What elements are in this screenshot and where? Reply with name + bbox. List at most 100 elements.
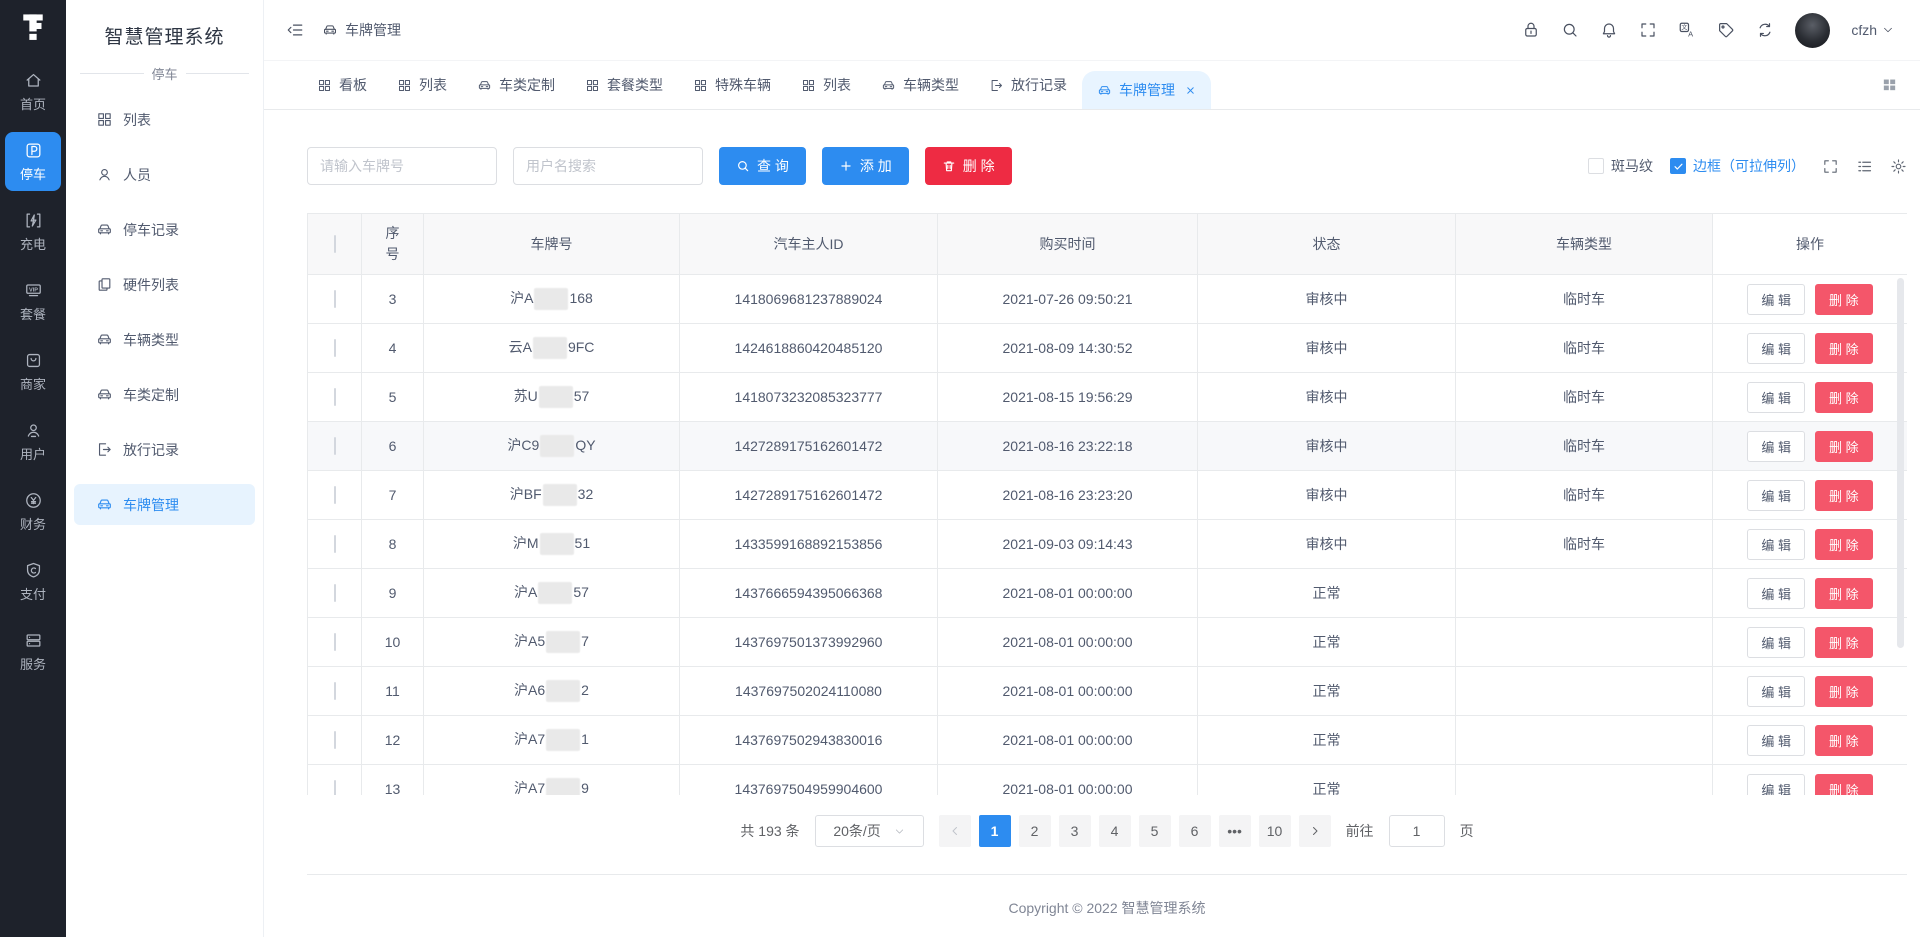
delete-row-button[interactable]: 删 除 xyxy=(1815,774,1873,796)
delete-row-button[interactable]: 删 除 xyxy=(1815,284,1873,315)
edit-row-button[interactable]: 编 辑 xyxy=(1747,431,1805,462)
prev-page-button[interactable] xyxy=(939,815,971,847)
row-checkbox[interactable] xyxy=(334,339,336,357)
redaction-block xyxy=(540,533,574,555)
row-checkbox[interactable] xyxy=(334,388,336,406)
close-tab-icon[interactable] xyxy=(1185,85,1196,96)
page-button-10[interactable]: 10 xyxy=(1259,815,1291,847)
edit-row-button[interactable]: 编 辑 xyxy=(1747,627,1805,658)
row-checkbox[interactable] xyxy=(334,731,336,749)
delete-row-button[interactable]: 删 除 xyxy=(1815,480,1873,511)
page-button-6[interactable]: 6 xyxy=(1179,815,1211,847)
row-checkbox[interactable] xyxy=(334,584,336,602)
sidebar-item-4[interactable]: 车辆类型 xyxy=(74,319,255,360)
edit-row-button[interactable]: 编 辑 xyxy=(1747,676,1805,707)
fullscreen-icon[interactable] xyxy=(1639,21,1657,39)
username-search-input[interactable] xyxy=(513,147,703,185)
delete-row-button[interactable]: 删 除 xyxy=(1815,578,1873,609)
row-checkbox[interactable] xyxy=(334,290,336,308)
page-button-5[interactable]: 5 xyxy=(1139,815,1171,847)
rail-item-8[interactable]: 服务 xyxy=(5,622,61,681)
delete-row-button[interactable]: 删 除 xyxy=(1815,431,1873,462)
border-checkbox[interactable] xyxy=(1670,158,1686,174)
rail-item-1[interactable]: 停车 xyxy=(5,132,61,191)
row-checkbox[interactable] xyxy=(334,486,336,504)
rail-item-0[interactable]: 首页 xyxy=(5,62,61,121)
zebra-checkbox-group[interactable]: 斑马纹 xyxy=(1588,156,1653,176)
translate-icon[interactable]: 文A xyxy=(1678,21,1696,39)
sidebar-item-6[interactable]: 放行记录 xyxy=(74,429,255,470)
page-button-1[interactable]: 1 xyxy=(979,815,1011,847)
sidebar-item-3[interactable]: 硬件列表 xyxy=(74,264,255,305)
plate-search-input[interactable] xyxy=(307,147,497,185)
next-page-button[interactable] xyxy=(1299,815,1331,847)
edit-row-button[interactable]: 编 辑 xyxy=(1747,382,1805,413)
table-fullscreen-icon[interactable] xyxy=(1822,158,1839,175)
lock-icon[interactable] xyxy=(1522,21,1540,39)
tab-2[interactable]: 车类定制 xyxy=(462,61,570,109)
row-checkbox[interactable] xyxy=(334,780,336,795)
page-size-select[interactable]: 20条/页 xyxy=(815,815,924,847)
tab-4[interactable]: 特殊车辆 xyxy=(678,61,786,109)
car-icon xyxy=(96,221,113,238)
page-button-3[interactable]: 3 xyxy=(1059,815,1091,847)
edit-row-button[interactable]: 编 辑 xyxy=(1747,578,1805,609)
vehicle-type-cell xyxy=(1456,618,1713,667)
select-all-checkbox[interactable] xyxy=(334,235,336,253)
rail-item-5[interactable]: 用户 xyxy=(5,412,61,471)
delete-row-button[interactable]: 删 除 xyxy=(1815,382,1873,413)
page-button-4[interactable]: 4 xyxy=(1099,815,1131,847)
row-checkbox[interactable] xyxy=(334,535,336,553)
border-checkbox-group[interactable]: 边框（可拉伸列） xyxy=(1670,156,1805,176)
edit-row-button[interactable]: 编 辑 xyxy=(1747,725,1805,756)
query-button[interactable]: 查 询 xyxy=(719,147,806,185)
user-menu[interactable]: cfzh xyxy=(1851,22,1894,38)
sidebar-item-1[interactable]: 人员 xyxy=(74,154,255,195)
rail-item-6[interactable]: 财务 xyxy=(5,482,61,541)
page-button-2[interactable]: 2 xyxy=(1019,815,1051,847)
page-ellipsis[interactable]: ••• xyxy=(1219,815,1251,847)
row-checkbox[interactable] xyxy=(334,437,336,455)
sidebar-item-5[interactable]: 车类定制 xyxy=(74,374,255,415)
sidebar-item-2[interactable]: 停车记录 xyxy=(74,209,255,250)
delete-row-button[interactable]: 删 除 xyxy=(1815,529,1873,560)
tab-0[interactable]: 看板 xyxy=(302,61,382,109)
delete-row-button[interactable]: 删 除 xyxy=(1815,676,1873,707)
tab-5[interactable]: 列表 xyxy=(786,61,866,109)
sidebar-item-0[interactable]: 列表 xyxy=(74,99,255,140)
tab-options-grid-icon[interactable] xyxy=(1881,76,1898,93)
bell-icon[interactable] xyxy=(1600,21,1618,39)
sidebar-item-7[interactable]: 车牌管理 xyxy=(74,484,255,525)
tab-6[interactable]: 车辆类型 xyxy=(866,61,974,109)
edit-row-button[interactable]: 编 辑 xyxy=(1747,333,1805,364)
table-scrollbar[interactable] xyxy=(1897,278,1904,648)
zebra-checkbox[interactable] xyxy=(1588,158,1604,174)
tab-7[interactable]: 放行记录 xyxy=(974,61,1082,109)
avatar[interactable] xyxy=(1795,13,1830,48)
tab-8[interactable]: 车牌管理 xyxy=(1082,71,1211,109)
rail-item-3[interactable]: VIP套餐 xyxy=(5,272,61,331)
column-list-icon[interactable] xyxy=(1856,158,1873,175)
delete-row-button[interactable]: 删 除 xyxy=(1815,333,1873,364)
tag-icon[interactable] xyxy=(1717,21,1735,39)
table-settings-gear-icon[interactable] xyxy=(1890,158,1907,175)
delete-button[interactable]: 删 除 xyxy=(925,147,1012,185)
row-checkbox[interactable] xyxy=(334,682,336,700)
edit-row-button[interactable]: 编 辑 xyxy=(1747,774,1805,796)
rail-item-4[interactable]: 商家 xyxy=(5,342,61,401)
edit-row-button[interactable]: 编 辑 xyxy=(1747,529,1805,560)
refresh-icon[interactable] xyxy=(1756,21,1774,39)
edit-row-button[interactable]: 编 辑 xyxy=(1747,480,1805,511)
row-checkbox[interactable] xyxy=(334,633,336,651)
search-icon[interactable] xyxy=(1561,21,1579,39)
goto-page-input[interactable] xyxy=(1389,815,1445,847)
tab-3[interactable]: 套餐类型 xyxy=(570,61,678,109)
rail-item-2[interactable]: 充电 xyxy=(5,202,61,261)
rail-item-7[interactable]: 支付 xyxy=(5,552,61,611)
add-button[interactable]: 添 加 xyxy=(822,147,909,185)
delete-row-button[interactable]: 删 除 xyxy=(1815,725,1873,756)
tab-1[interactable]: 列表 xyxy=(382,61,462,109)
delete-row-button[interactable]: 删 除 xyxy=(1815,627,1873,658)
edit-row-button[interactable]: 编 辑 xyxy=(1747,284,1805,315)
collapse-sidebar-icon[interactable] xyxy=(286,21,304,39)
